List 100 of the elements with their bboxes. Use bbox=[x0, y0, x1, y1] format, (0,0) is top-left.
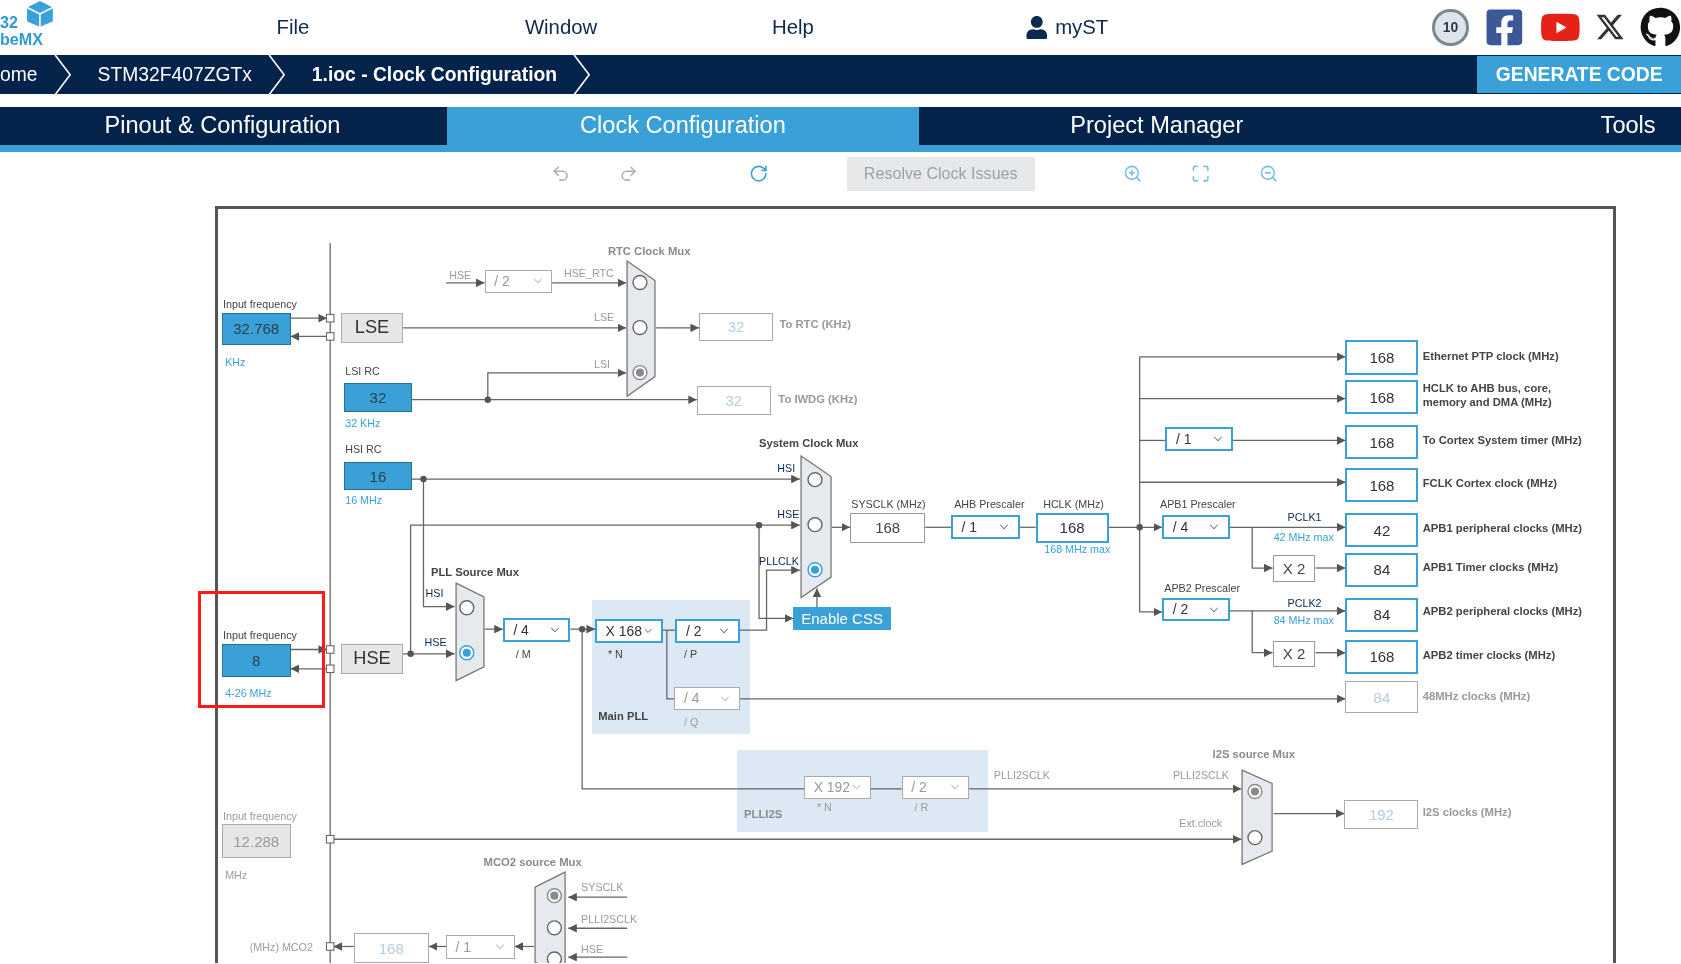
connector-pin bbox=[325, 313, 335, 323]
output-label: FCLK Cortex clock (MHz) bbox=[1422, 476, 1558, 490]
anniversary-badge[interactable]: 10 bbox=[1432, 9, 1469, 46]
oscillator-block: HSE bbox=[340, 643, 404, 674]
caption-text: HSE bbox=[449, 268, 472, 281]
signal-label: HSI bbox=[777, 461, 796, 474]
caption-text: Input frequency bbox=[223, 628, 297, 642]
output-label: To IWDG (KHz) bbox=[778, 392, 858, 406]
frequency-input[interactable]: 32.768 bbox=[221, 312, 291, 345]
prescaler-select[interactable]: / 4 bbox=[1162, 515, 1230, 539]
connector-pin bbox=[325, 644, 335, 654]
clock-value-field: 168 bbox=[1035, 513, 1109, 543]
user-link[interactable]: myST bbox=[1025, 15, 1109, 40]
breadcrumb-chevron-icon bbox=[572, 54, 592, 95]
radio-option[interactable] bbox=[458, 599, 474, 615]
wire-arrow bbox=[289, 313, 328, 323]
clock-value-field: 192 bbox=[1344, 800, 1419, 830]
junction-dot bbox=[755, 521, 763, 528]
wire-arrow bbox=[289, 664, 328, 673]
range-note: 42 MHz max bbox=[1273, 531, 1334, 544]
caption-text: * N bbox=[607, 648, 623, 661]
block-title: Main PLL bbox=[598, 710, 649, 724]
wire-arrow bbox=[428, 941, 447, 951]
output-label: To RTC (KHz) bbox=[779, 317, 852, 331]
wire-arrow bbox=[1314, 563, 1347, 572]
output-label: Ethernet PTP clock (MHz) bbox=[1422, 350, 1559, 363]
caption-text: / R bbox=[914, 801, 929, 814]
caption-text: APB1 Prescaler bbox=[1160, 498, 1236, 511]
menu-item[interactable]: Help bbox=[772, 15, 814, 39]
clock-value-field: 168 bbox=[1345, 425, 1419, 460]
radio-option[interactable] bbox=[807, 517, 823, 533]
oscillator-block: LSE bbox=[340, 312, 404, 343]
clock-value-field: 168 bbox=[1345, 467, 1419, 503]
caption-text: SYSCLK (MHz) bbox=[851, 498, 926, 511]
prescaler-select[interactable]: X 168 bbox=[595, 619, 663, 643]
caption-text: PLLI2SCLK bbox=[581, 912, 638, 926]
user-icon bbox=[1025, 15, 1049, 40]
junction-dot bbox=[407, 650, 414, 657]
clock-value-field: X 2 bbox=[1272, 640, 1316, 668]
caption-text: AHB Prescaler bbox=[954, 498, 1025, 511]
wire-line bbox=[869, 787, 903, 790]
output-label: APB2 peripheral clocks (MHz) bbox=[1422, 605, 1583, 619]
radio-option[interactable] bbox=[807, 472, 823, 488]
menu-item[interactable]: Window bbox=[524, 15, 598, 39]
signal-label: PLLCLK bbox=[759, 554, 799, 568]
prescaler-select[interactable]: / 2 bbox=[1162, 597, 1230, 622]
caption-text: / M bbox=[515, 648, 531, 661]
block-title: RTC Clock Mux bbox=[607, 244, 691, 258]
wire-line bbox=[1139, 439, 1166, 441]
junction-dot bbox=[1136, 523, 1143, 531]
wire-arrow bbox=[289, 644, 328, 654]
caption-text: PLLI2SCLK bbox=[993, 769, 1050, 782]
junction-dot bbox=[484, 396, 491, 403]
prescaler-select[interactable]: / 1 bbox=[950, 515, 1020, 539]
output-label: 48MHz clocks (MHz) bbox=[1422, 689, 1531, 703]
breadcrumb-link[interactable]: STM32F407ZGTx bbox=[97, 63, 252, 86]
frequency-input[interactable]: 32 bbox=[344, 383, 412, 413]
signal-label: PCLK2 bbox=[1287, 596, 1322, 609]
radio-option[interactable] bbox=[807, 562, 823, 578]
prescaler-select[interactable]: / 4 bbox=[502, 618, 571, 642]
prescaler-select[interactable]: / 1 bbox=[1165, 427, 1233, 451]
clock-value-field: 168 bbox=[1345, 380, 1419, 415]
caption-text: HCLK (MHz) bbox=[1043, 498, 1104, 511]
radio-option[interactable] bbox=[458, 644, 474, 661]
clock-value-field: 168 bbox=[850, 513, 926, 543]
junction-dot bbox=[420, 475, 427, 482]
refresh-icon[interactable] bbox=[749, 164, 769, 184]
prescaler-select[interactable]: / 2 bbox=[675, 619, 740, 643]
range-note: 32 KHz bbox=[345, 416, 381, 429]
breadcrumb-link[interactable]: 1.ioc - Clock Configuration bbox=[311, 63, 558, 86]
junction-dot bbox=[578, 625, 586, 632]
output-label: APB2 timer clocks (MHz) bbox=[1422, 649, 1556, 663]
frequency-input[interactable]: 16 bbox=[344, 461, 412, 491]
block-title: PLLI2S bbox=[744, 807, 783, 821]
caption-text: HSI RC bbox=[345, 443, 382, 456]
wire-line bbox=[924, 526, 952, 528]
caption-text: Input frequency bbox=[223, 297, 297, 310]
breadcrumb-chevron-icon bbox=[266, 54, 287, 95]
block-title: MCO2 source Mux bbox=[483, 856, 582, 869]
connector-pin bbox=[325, 331, 335, 341]
breadcrumb-chevron-icon bbox=[52, 54, 72, 95]
connector-pin bbox=[325, 941, 335, 951]
wire-arrow bbox=[655, 323, 700, 332]
caption-text: SYSCLK bbox=[581, 880, 624, 894]
breadcrumb-link[interactable]: ome bbox=[0, 63, 38, 86]
wire-arrow bbox=[445, 278, 486, 287]
caption-text: LSI RC bbox=[345, 365, 380, 378]
output-label: APB1 peripheral clocks (MHz) bbox=[1422, 521, 1583, 535]
wire-arrow bbox=[513, 941, 535, 951]
output-label: APB1 Timer clocks (MHz) bbox=[1422, 561, 1559, 575]
frequency-input[interactable]: 8 bbox=[221, 643, 291, 677]
clock-value-field: 84 bbox=[1345, 597, 1419, 632]
signal-label: HSI bbox=[425, 586, 444, 600]
menu-item[interactable]: File bbox=[276, 15, 310, 39]
caption-text: * N bbox=[816, 801, 832, 814]
clock-value-field: X 2 bbox=[1272, 554, 1316, 582]
caption-text: APB2 Prescaler bbox=[1164, 581, 1240, 594]
github-icon[interactable] bbox=[1640, 6, 1681, 48]
caption-text: / P bbox=[684, 648, 698, 661]
block-title: System Clock Mux bbox=[759, 436, 859, 450]
